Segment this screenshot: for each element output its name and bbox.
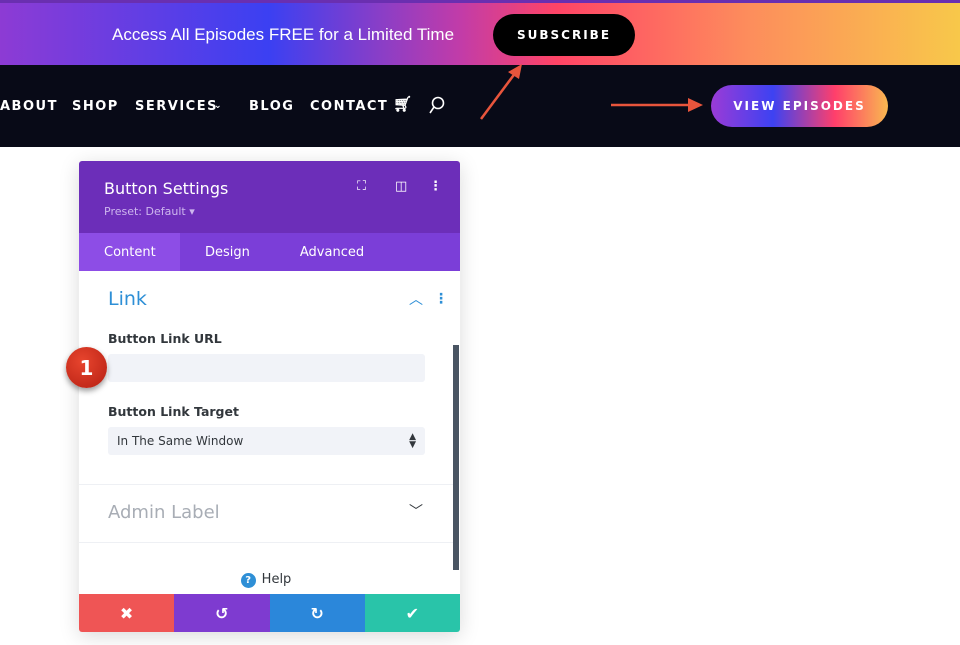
- select-arrows-icon: ▲ ▼: [409, 432, 416, 450]
- url-label: Button Link URL: [108, 331, 222, 346]
- redo-button[interactable]: ↻: [269, 594, 365, 632]
- panel-footer: ✖ ↺ ↻ ✔: [79, 594, 460, 632]
- close-icon: ✖: [119, 603, 134, 623]
- divider: [79, 484, 453, 485]
- panel-title: Button Settings: [104, 179, 229, 198]
- cancel-button[interactable]: ✖: [79, 594, 175, 632]
- chevron-down-icon[interactable]: ﹀: [409, 501, 423, 521]
- tab-advanced[interactable]: Advanced: [275, 233, 389, 271]
- undo-icon: ↺: [215, 603, 229, 623]
- undo-button[interactable]: ↺: [174, 594, 270, 632]
- link-target-value: In The Same Window: [117, 434, 244, 448]
- help-link[interactable]: ? Help: [79, 572, 453, 588]
- redo-icon: ↻: [310, 603, 324, 623]
- more-options-icon[interactable]: ⋮: [429, 179, 442, 194]
- scrollbar[interactable]: [453, 345, 459, 570]
- tab-bar: Content Design Advanced: [79, 233, 460, 271]
- check-icon: ✔: [405, 603, 420, 623]
- annotation-arrows: [479, 64, 703, 120]
- save-button[interactable]: ✔: [364, 594, 460, 632]
- preset-dropdown[interactable]: Preset: Default ▾: [104, 205, 195, 218]
- tab-content[interactable]: Content: [79, 233, 180, 271]
- button-link-url-input[interactable]: [108, 354, 425, 382]
- chevron-up-icon[interactable]: ︿: [409, 289, 423, 309]
- divider: [79, 542, 453, 543]
- arrow-to-subscribe: [479, 71, 518, 120]
- split-view-icon[interactable]: ◫: [395, 179, 407, 194]
- help-label: Help: [261, 572, 292, 587]
- panel-header: Button Settings Preset: Default ▾ ⛶ ◫ ⋮: [79, 161, 460, 233]
- help-icon: ?: [240, 573, 256, 588]
- target-label: Button Link Target: [108, 404, 239, 419]
- tab-design[interactable]: Design: [180, 233, 275, 271]
- section-title-admin-label[interactable]: Admin Label: [108, 502, 220, 523]
- step-badge: 1: [66, 347, 107, 388]
- section-title-link[interactable]: Link: [108, 288, 147, 310]
- link-target-select[interactable]: In The Same Window ▲ ▼: [108, 427, 425, 455]
- fullscreen-icon[interactable]: ⛶: [357, 179, 366, 194]
- button-settings-panel: Button Settings Preset: Default ▾ ⛶ ◫ ⋮ …: [79, 161, 460, 632]
- section-menu-icon[interactable]: ⋮: [434, 291, 448, 307]
